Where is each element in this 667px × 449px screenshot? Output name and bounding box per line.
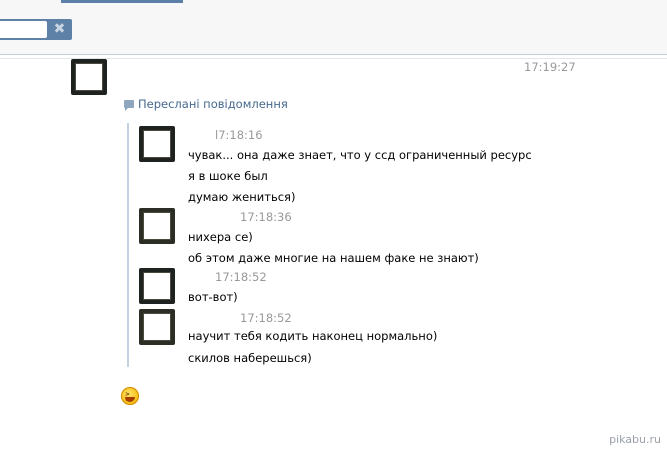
message-text: скилов наберешься) [188, 351, 312, 365]
message-text: об этом даже многие на нашем факе не зна… [188, 251, 479, 265]
message-text: чувак... она даже знает, что у ссд огран… [188, 148, 532, 162]
message-time[interactable]: l7:18:16 [215, 128, 263, 142]
message-time[interactable]: 17:18:36 [240, 210, 292, 224]
avatar[interactable] [139, 208, 175, 244]
laughing-emoji-icon: >< [121, 387, 139, 405]
close-icon[interactable]: ✖ [52, 21, 67, 38]
search-box[interactable]: ✖ [0, 19, 72, 40]
avatar[interactable] [139, 268, 175, 304]
avatar[interactable] [139, 126, 175, 162]
message-text: думаю жениться) [188, 190, 296, 204]
message-time[interactable]: 17:19:27 [524, 60, 576, 74]
search-input[interactable] [0, 21, 47, 38]
message-text: нихера се) [188, 230, 253, 244]
message-text: научит тебя кодить наконец нормально) [188, 329, 438, 343]
avatar[interactable] [71, 59, 107, 95]
quote-bar [127, 123, 129, 367]
watermark: pikabu.ru [609, 433, 661, 446]
forwarded-messages-label: Переслані повідомлення [124, 97, 288, 111]
forwarded-icon [124, 100, 134, 111]
message-time[interactable]: 17:18:52 [240, 311, 292, 325]
forwarded-label-text: Переслані повідомлення [138, 97, 288, 111]
message-text: я в шоке был [188, 169, 268, 183]
top-bar: ✖ [0, 0, 667, 55]
avatar[interactable] [139, 309, 175, 345]
active-tab-indicator [61, 0, 183, 3]
message-time[interactable]: 17:18:52 [215, 270, 267, 284]
message-text: вот-вот) [188, 290, 238, 304]
